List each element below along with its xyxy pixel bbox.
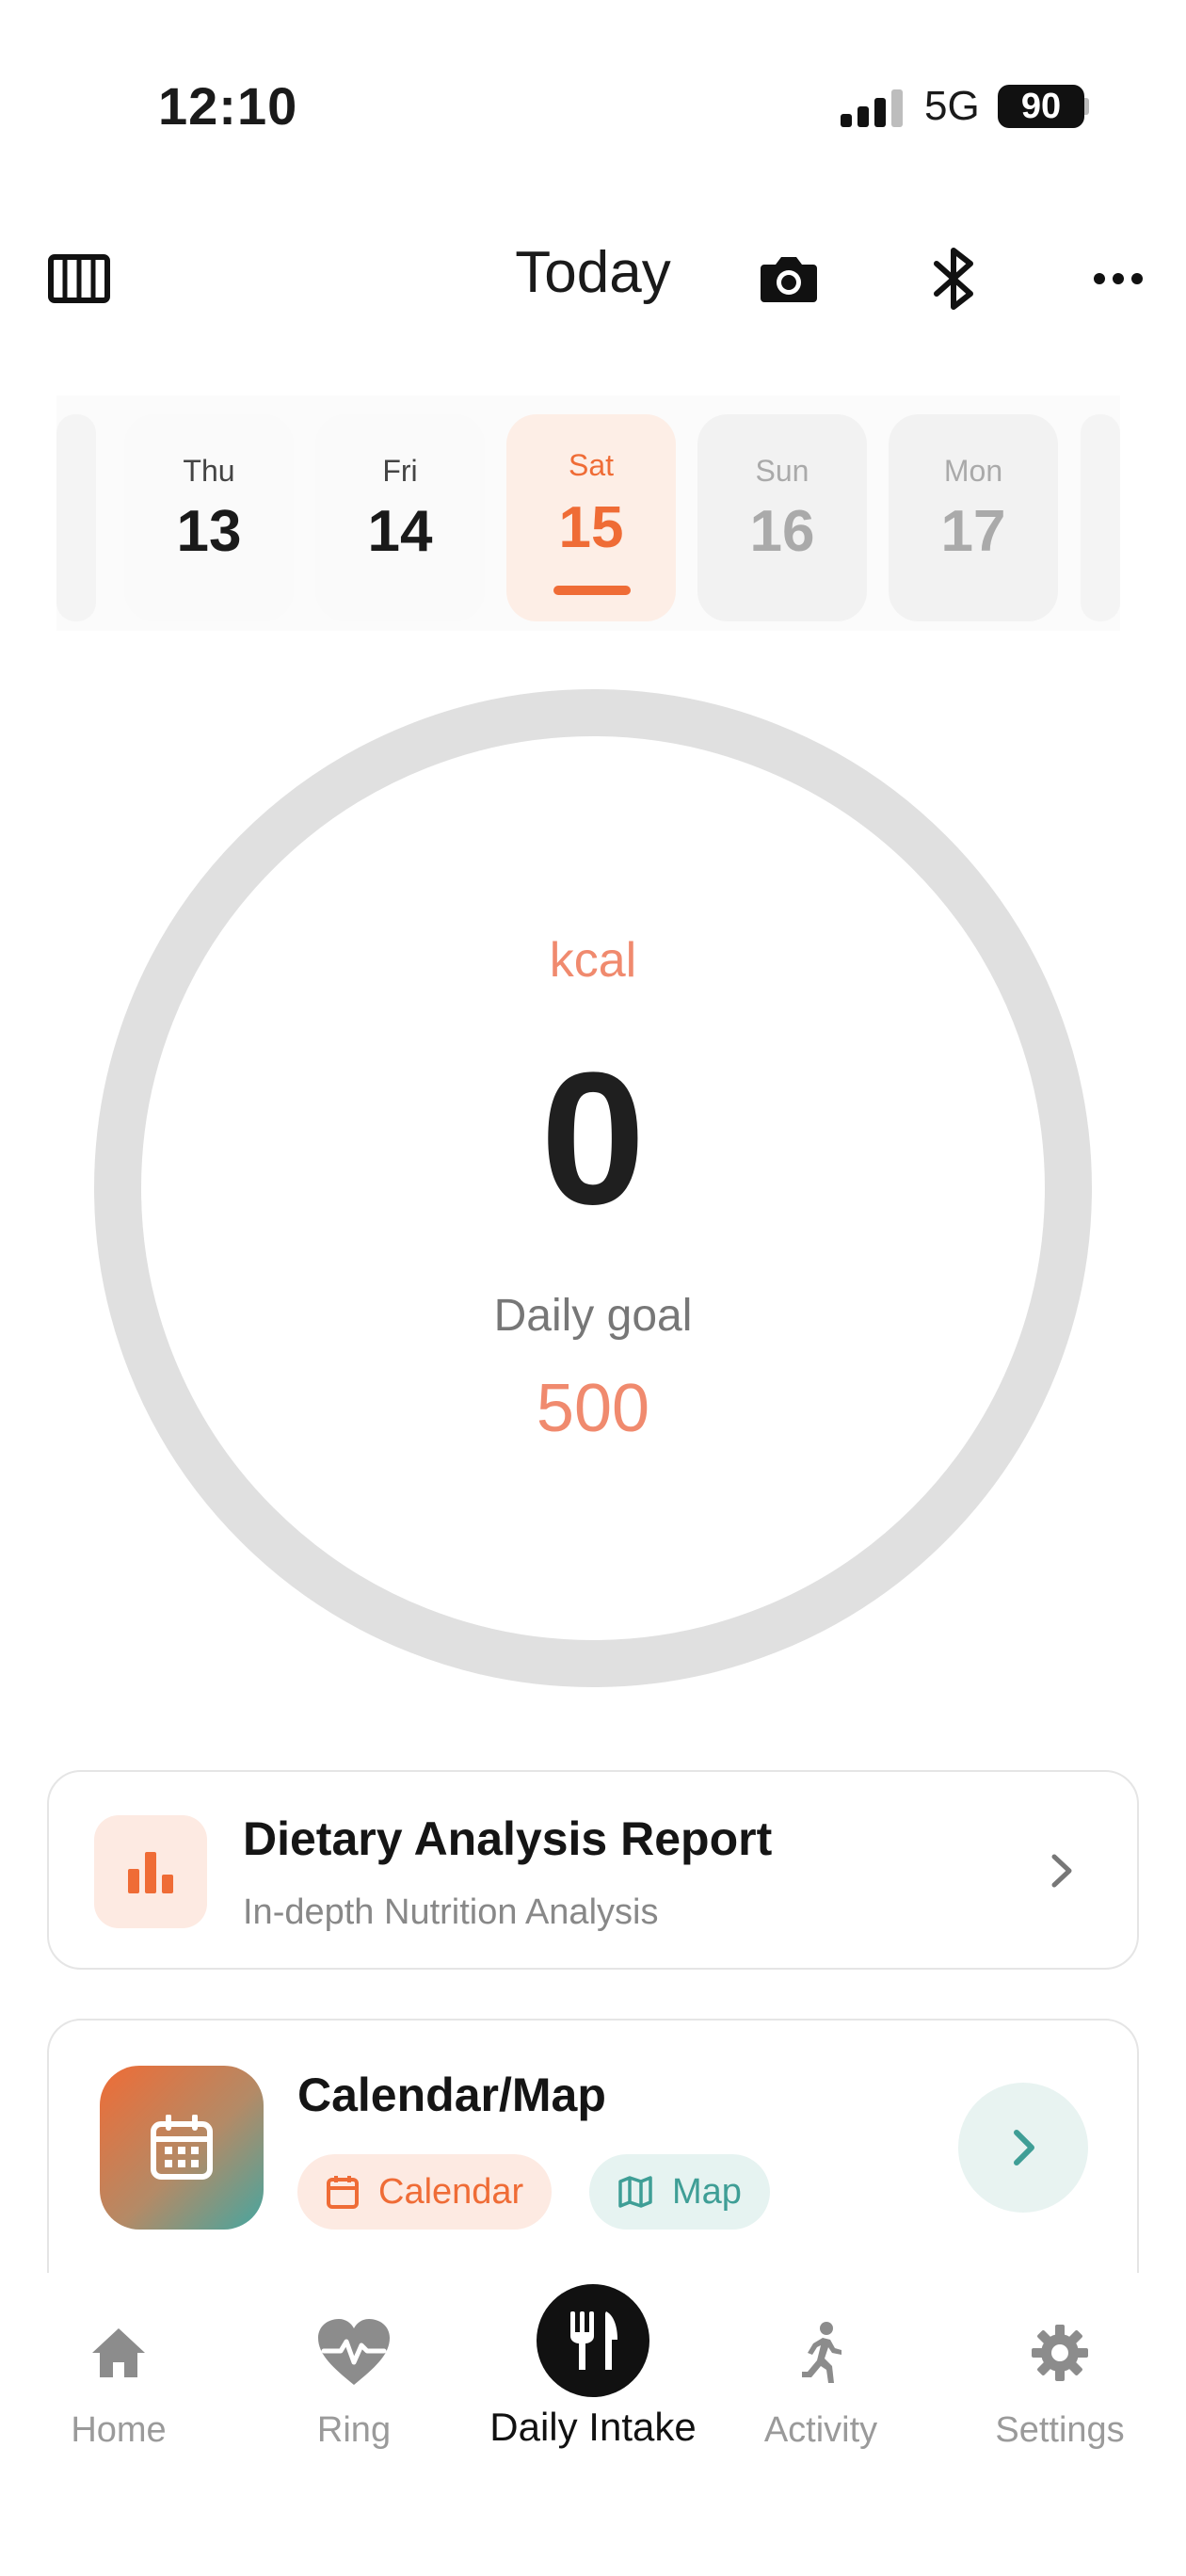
page-title: Today <box>515 240 671 305</box>
calendar-small-icon <box>327 2176 359 2209</box>
tab-ring-label: Ring <box>316 2410 392 2450</box>
date-sun-16[interactable]: Sun 16 <box>697 414 867 621</box>
map-chip[interactable]: Map <box>589 2154 770 2230</box>
tab-home[interactable]: Home <box>24 2310 213 2451</box>
running-person-icon <box>727 2310 915 2395</box>
network-type: 5G <box>924 83 980 129</box>
calendar-chip[interactable]: Calendar <box>297 2154 553 2230</box>
kcal-value: 0 <box>540 1034 646 1244</box>
bottom-tab-bar: Home Ring Daily Intake Activity Settings <box>0 2273 1186 2576</box>
date-sat-15-selected[interactable]: Sat 15 <box>506 414 676 621</box>
tab-ring[interactable]: Ring <box>260 2310 448 2451</box>
report-subtitle: In-depth Nutrition Analysis <box>243 1892 659 1932</box>
date-edge-left[interactable] <box>56 414 96 621</box>
calendar-chip-label: Calendar <box>378 2171 524 2212</box>
calendar-map-title: Calendar/Map <box>297 2069 606 2121</box>
date-thu-13[interactable]: Thu 13 <box>124 414 294 621</box>
date-day: 16 <box>749 499 815 564</box>
gear-icon <box>966 2310 1154 2395</box>
battery-icon: 90 <box>998 85 1084 128</box>
date-day: 13 <box>176 499 242 564</box>
camera-icon[interactable] <box>755 245 823 313</box>
dietary-report-card[interactable]: Dietary Analysis Report In-depth Nutriti… <box>47 1770 1139 1970</box>
date-dow: Sun <box>755 454 809 488</box>
chevron-right-icon <box>1043 1847 1081 1894</box>
bluetooth-icon[interactable] <box>921 245 988 313</box>
tab-active-indicator <box>452 2284 734 2397</box>
date-mon-17[interactable]: Mon 17 <box>889 414 1058 621</box>
status-bar: 12:10 5G 90 <box>0 0 1186 188</box>
tab-activity-label: Activity <box>763 2410 878 2450</box>
more-icon[interactable] <box>1084 245 1152 313</box>
date-dow: Fri <box>382 454 418 488</box>
tab-daily-intake-label: Daily Intake <box>489 2405 697 2449</box>
date-dow: Thu <box>183 454 235 488</box>
kcal-unit-label: kcal <box>549 933 637 988</box>
tab-daily-intake[interactable]: Daily Intake <box>452 2284 734 2450</box>
calendar-icon <box>100 2066 264 2230</box>
date-dow: Sat <box>568 448 615 482</box>
map-chip-label: Map <box>672 2171 742 2212</box>
status-time: 12:10 <box>158 76 298 136</box>
battery-tip <box>1084 98 1089 115</box>
chevron-right-icon <box>1014 2130 1034 2165</box>
top-header: Today <box>0 217 1186 330</box>
map-icon <box>618 2176 652 2208</box>
home-icon <box>24 2310 213 2395</box>
report-title: Dietary Analysis Report <box>243 1812 773 1865</box>
date-day: 15 <box>558 495 624 560</box>
fork-knife-icon <box>537 2284 649 2397</box>
date-day: 17 <box>940 499 1006 564</box>
date-strip: Thu 13 Fri 14 Sat 15 Sun 16 Mon 17 <box>56 395 1120 631</box>
heart-pulse-icon <box>260 2310 448 2395</box>
selected-indicator <box>553 586 631 595</box>
tab-home-label: Home <box>71 2410 167 2450</box>
bar-chart-icon <box>94 1815 207 1928</box>
tab-activity[interactable]: Activity <box>727 2310 915 2451</box>
date-dow: Mon <box>943 454 1003 488</box>
calendar-grid-icon[interactable] <box>45 245 113 313</box>
date-fri-14[interactable]: Fri 14 <box>315 414 485 621</box>
tab-settings[interactable]: Settings <box>966 2310 1154 2451</box>
calendar-map-card[interactable]: Calendar/Map Calendar Map <box>47 2019 1139 2292</box>
date-edge-right[interactable] <box>1081 414 1120 621</box>
calendar-go-button[interactable] <box>958 2083 1088 2213</box>
daily-goal-label: Daily goal <box>493 1291 693 1341</box>
date-day: 14 <box>367 499 433 564</box>
signal-icon <box>841 89 903 127</box>
daily-goal-value: 500 <box>536 1371 650 1446</box>
tab-settings-label: Settings <box>995 2410 1125 2450</box>
